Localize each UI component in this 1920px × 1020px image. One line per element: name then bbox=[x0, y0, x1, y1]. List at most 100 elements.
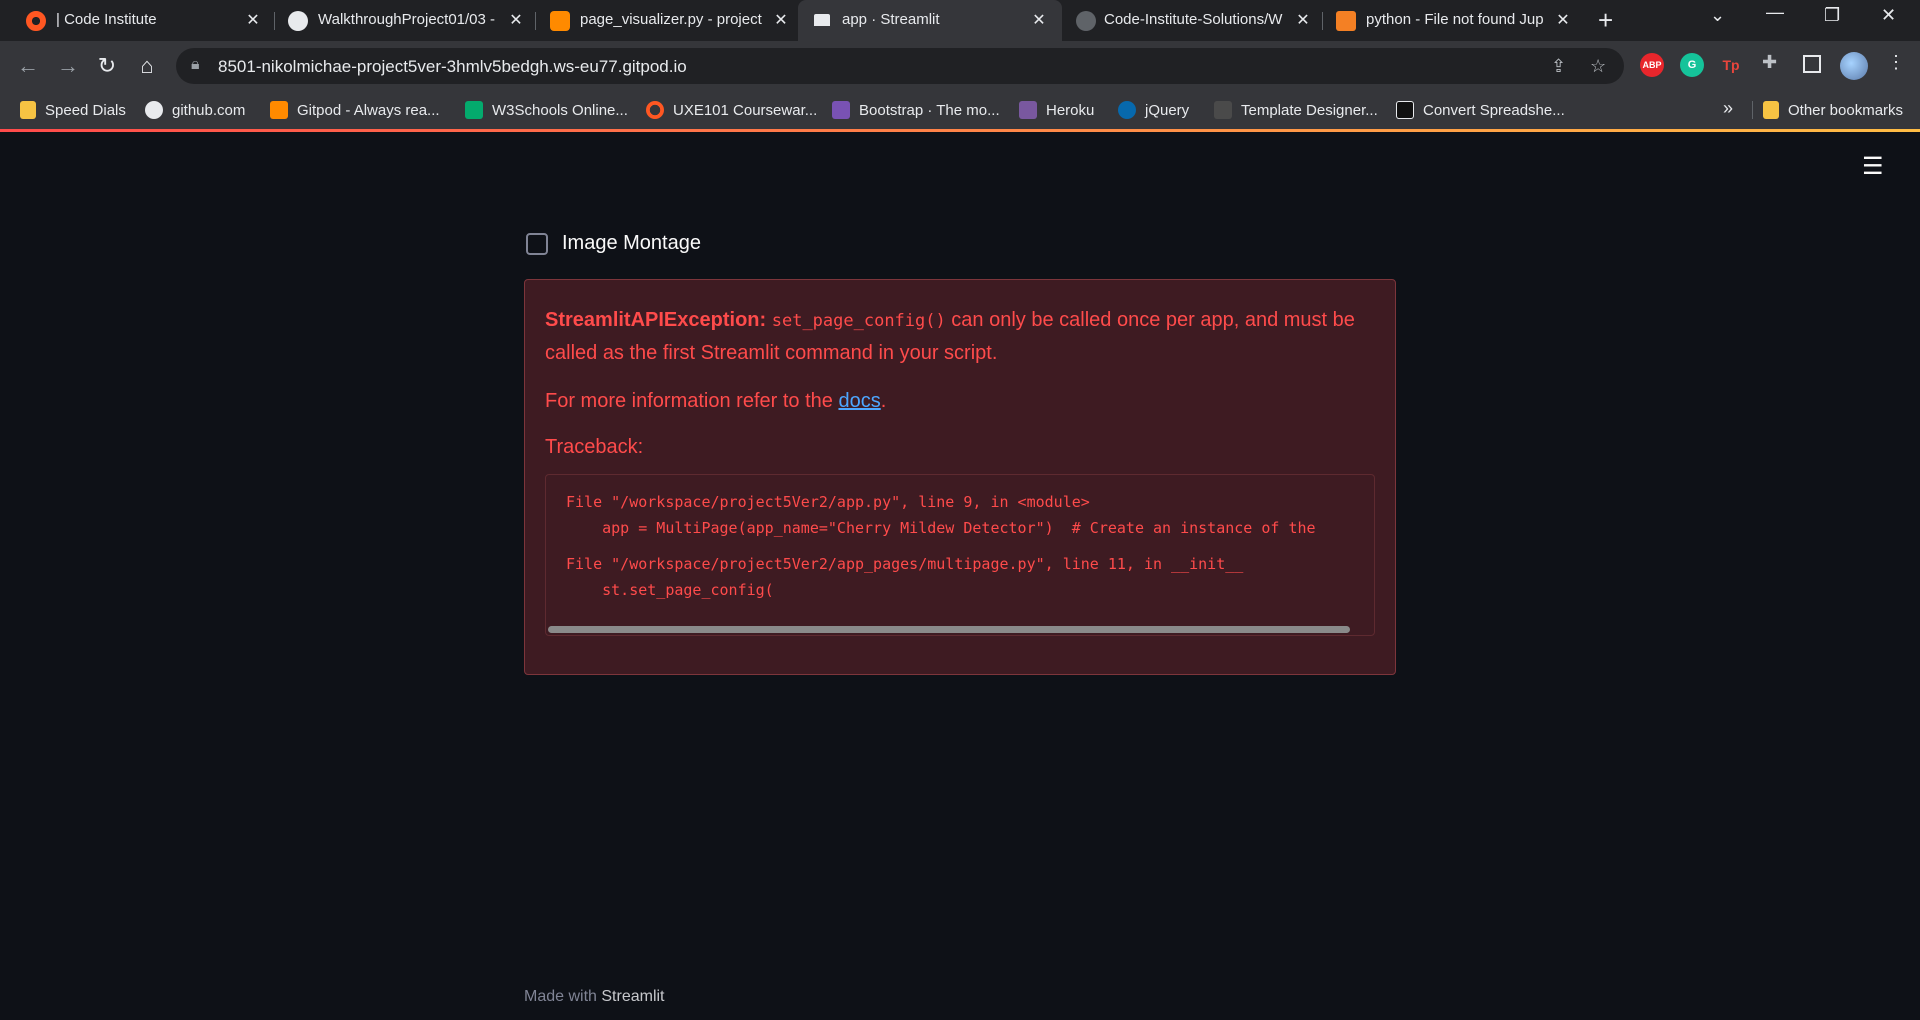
traceback-line: File "/workspace/project5Ver2/app.py", l… bbox=[566, 493, 1090, 511]
github-icon bbox=[1076, 11, 1096, 31]
bookmark-github[interactable]: github.com bbox=[145, 101, 245, 119]
folder-icon bbox=[1763, 101, 1779, 119]
profile-avatar[interactable] bbox=[1840, 52, 1868, 80]
traceback-code-block[interactable]: File "/workspace/project5Ver2/app.py", l… bbox=[545, 474, 1375, 636]
close-icon[interactable]: ✕ bbox=[1554, 10, 1572, 30]
footer: Made with Streamlit bbox=[524, 988, 665, 1006]
exception-message: StreamlitAPIException: set_page_config()… bbox=[545, 304, 1375, 369]
tab-strip: | Code Institute ✕ WalkthroughProject01/… bbox=[0, 0, 1920, 41]
stackoverflow-icon bbox=[1336, 11, 1356, 31]
adblock-plus-icon[interactable]: ABP bbox=[1640, 53, 1664, 77]
tab-code-institute[interactable]: | Code Institute ✕ bbox=[0, 0, 266, 41]
tab-title: python - File not found Jup bbox=[1366, 11, 1544, 28]
minimize-icon[interactable]: — bbox=[1766, 2, 1784, 23]
bookmark-speed-dials[interactable]: Speed Dials bbox=[20, 101, 126, 119]
tab-streamlit-app[interactable]: app · Streamlit ✕ bbox=[798, 0, 1062, 41]
bookmark-w3schools[interactable]: W3Schools Online... bbox=[465, 101, 628, 119]
jquery-icon bbox=[1118, 101, 1136, 119]
checkbox-label[interactable]: Image Montage bbox=[562, 232, 701, 255]
bookmark-label: W3Schools Online... bbox=[492, 101, 628, 119]
close-icon[interactable]: ✕ bbox=[244, 10, 262, 30]
bookmark-label: Template Designer... bbox=[1241, 101, 1378, 119]
github-icon bbox=[145, 101, 163, 119]
tab-title: WalkthroughProject01/03 - bbox=[318, 11, 496, 28]
home-icon[interactable]: ⌂ bbox=[134, 53, 160, 79]
forward-arrow-icon[interactable]: → bbox=[55, 53, 81, 79]
more-info-text: For more information refer to the bbox=[545, 390, 839, 412]
gitpod-icon bbox=[270, 101, 288, 119]
image-montage-checkbox-row[interactable]: Image Montage bbox=[526, 232, 701, 255]
bookmark-label: UXE101 Coursewar... bbox=[673, 101, 818, 119]
extensions-puzzle-icon[interactable]: ✚ bbox=[1762, 52, 1777, 73]
tab-stackoverflow[interactable]: python - File not found Jup ✕ bbox=[1322, 0, 1586, 41]
bookmark-uxe101[interactable]: UXE101 Coursewar... bbox=[646, 101, 817, 119]
bookmark-convert-spreadsheet[interactable]: Convert Spreadshe... bbox=[1396, 101, 1565, 119]
bookmark-label: Gitpod - Always rea... bbox=[297, 101, 440, 119]
streamlit-header-decoration bbox=[0, 129, 1920, 132]
tab-page-visualizer[interactable]: page_visualizer.py - project ✕ bbox=[530, 0, 796, 41]
tab-walkthrough[interactable]: WalkthroughProject01/03 - ✕ bbox=[264, 0, 530, 41]
docs-link[interactable]: docs bbox=[838, 390, 880, 412]
code-institute-icon bbox=[646, 101, 664, 119]
streamlit-link[interactable]: Streamlit bbox=[601, 988, 664, 1005]
footer-text: Made with bbox=[524, 988, 602, 1005]
traceback-line: File "/workspace/project5Ver2/app_pages/… bbox=[566, 555, 1244, 573]
new-tab-plus-icon[interactable]: + bbox=[1598, 5, 1613, 36]
share-icon[interactable]: ⇪ bbox=[1551, 56, 1566, 77]
traceback-line: st.set_page_config( bbox=[566, 581, 774, 599]
bookmarks-overflow-chevron-icon[interactable]: » bbox=[1723, 98, 1733, 119]
bookmark-gitpod[interactable]: Gitpod - Always rea... bbox=[270, 101, 440, 119]
page-icon bbox=[1214, 101, 1232, 119]
bookmark-label: Heroku bbox=[1046, 101, 1095, 119]
restore-icon[interactable]: ❐ bbox=[1824, 5, 1840, 26]
close-icon[interactable]: ✕ bbox=[1294, 10, 1312, 30]
bookmark-star-icon[interactable]: ☆ bbox=[1590, 56, 1606, 77]
more-info-period: . bbox=[880, 390, 887, 412]
bookmark-heroku[interactable]: Heroku bbox=[1019, 101, 1094, 119]
more-info-line: For more information refer to the docs. bbox=[545, 390, 886, 413]
window-close-icon[interactable]: ✕ bbox=[1881, 5, 1896, 26]
folder-icon bbox=[20, 101, 36, 119]
tab-title: Code-Institute-Solutions/W bbox=[1104, 11, 1283, 28]
w3schools-icon bbox=[465, 101, 483, 119]
close-icon[interactable]: ✕ bbox=[772, 10, 790, 30]
tab-search-chevron-icon[interactable]: ⌄ bbox=[1710, 5, 1725, 26]
back-arrow-icon[interactable]: ← bbox=[15, 53, 41, 79]
bookmark-template-designer[interactable]: Template Designer... bbox=[1214, 101, 1378, 119]
grammarly-icon[interactable]: G bbox=[1680, 53, 1704, 77]
bookmark-bootstrap[interactable]: Bootstrap · The mo... bbox=[832, 101, 1000, 119]
bootstrap-icon bbox=[832, 101, 850, 119]
bookmark-label: Other bookmarks bbox=[1788, 101, 1904, 119]
tab-title: page_visualizer.py - project bbox=[580, 11, 762, 28]
bookmark-label: Bootstrap · The mo... bbox=[859, 101, 1000, 119]
horizontal-scrollbar[interactable] bbox=[548, 626, 1350, 633]
menu-kebab-icon[interactable]: ⋮ bbox=[1887, 52, 1905, 73]
address-bar[interactable]: 🔒︎ 8501-nikolmichae-project5ver-3hmlv5be… bbox=[176, 48, 1624, 84]
side-panel-icon[interactable] bbox=[1803, 55, 1821, 73]
tab-title: | Code Institute bbox=[56, 11, 157, 28]
exception-alert: StreamlitAPIException: set_page_config()… bbox=[524, 279, 1396, 675]
tab-title: app · Streamlit bbox=[842, 11, 940, 28]
github-icon bbox=[288, 11, 308, 31]
lock-icon[interactable]: 🔒︎ bbox=[191, 56, 200, 74]
exception-code: set_page_config() bbox=[771, 311, 946, 331]
url-text[interactable]: 8501-nikolmichae-project5ver-3hmlv5bedgh… bbox=[218, 57, 687, 77]
tab-code-institute-solutions[interactable]: Code-Institute-Solutions/W ✕ bbox=[1062, 0, 1320, 41]
code-institute-icon bbox=[26, 11, 46, 31]
bookmark-label: Convert Spreadshe... bbox=[1423, 101, 1565, 119]
bookmark-label: Speed Dials bbox=[45, 101, 126, 119]
main-menu-hamburger-icon[interactable]: ☰ bbox=[1862, 152, 1884, 181]
bookmark-jquery[interactable]: jQuery bbox=[1118, 101, 1189, 119]
heroku-icon bbox=[1019, 101, 1037, 119]
tp-extension-icon[interactable]: Tp bbox=[1719, 53, 1743, 77]
bookmark-other-bookmarks[interactable]: Other bookmarks bbox=[1763, 101, 1903, 119]
browser-toolbar: ← → ↻ ⌂ 🔒︎ 8501-nikolmichae-project5ver-… bbox=[0, 41, 1920, 91]
gitpod-icon bbox=[550, 11, 570, 31]
bookmark-label: jQuery bbox=[1145, 101, 1190, 119]
bookmark-label: github.com bbox=[172, 101, 246, 119]
close-icon[interactable]: ✕ bbox=[1030, 10, 1048, 30]
traceback-label: Traceback: bbox=[545, 436, 644, 458]
image-montage-checkbox[interactable] bbox=[526, 232, 548, 255]
close-icon[interactable]: ✕ bbox=[507, 10, 525, 30]
reload-icon[interactable]: ↻ bbox=[94, 53, 120, 79]
